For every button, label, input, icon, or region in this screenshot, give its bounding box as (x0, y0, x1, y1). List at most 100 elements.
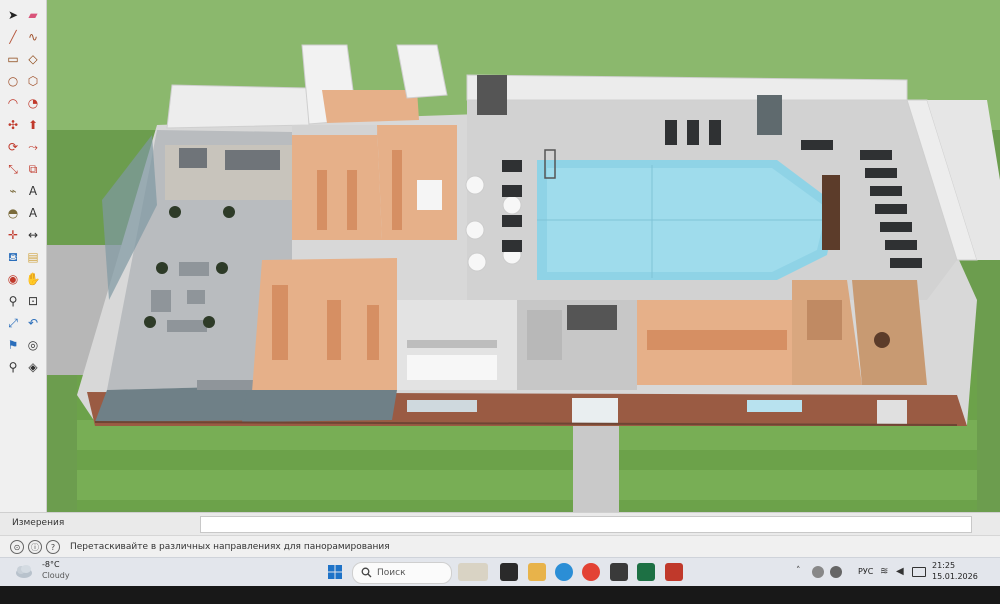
task-view-icon[interactable] (500, 563, 518, 581)
3d-text-tool[interactable]: A (24, 204, 42, 222)
eraser-tool[interactable]: ▰ (24, 6, 42, 24)
pan-icon: ✋ (25, 272, 41, 286)
section-fill-tool[interactable]: ◈ (24, 358, 42, 376)
polygon-tool[interactable]: ⬡ (24, 72, 42, 90)
select-tool[interactable]: ➤ (4, 6, 22, 24)
volume-icon[interactable]: ◀ (896, 566, 908, 578)
weather-desc: Cloudy (42, 571, 70, 580)
store-icon[interactable] (610, 563, 628, 581)
edge-icon[interactable] (555, 563, 573, 581)
clock-time[interactable]: 21:25 (932, 561, 992, 570)
zoom-window-icon: ⊡ (27, 294, 39, 308)
file-explorer-icon[interactable] (528, 563, 546, 581)
sauna-2 (852, 280, 927, 385)
tape-measure-tool[interactable]: ⌁ (4, 182, 22, 200)
orbit-icon: ◉ (7, 272, 19, 286)
rotate-icon: ⟳ (7, 140, 19, 154)
geo-location-icon[interactable]: ⊙ (10, 540, 24, 554)
wifi-icon[interactable]: ≋ (880, 566, 892, 578)
rotate-tool[interactable]: ⟳ (4, 138, 22, 156)
chrome-icon[interactable] (582, 563, 600, 581)
rectangle-tool[interactable]: ▭ (4, 50, 22, 68)
3d-text-icon: A (28, 206, 38, 220)
tools-toolbar: ➤ ▰ ╱ ∿ ▭ ◇ ○ ⬡ ◠ ◔ ✣ ⬆ ⟳ ⤳ ⤡ ⧉ ⌁ A ◓ A ✛ ↔ ⛾ ▤ ◉ ✋ ⚲ ⊡ ⤢ ↶ ⚑ ◎ ⚲ ◈ (0, 0, 47, 512)
section-fill-icon: ◈ (28, 360, 38, 374)
previous-view-icon: ↶ (27, 316, 39, 330)
zoom-window-tool[interactable]: ⊡ (24, 292, 42, 310)
text-icon: A (28, 184, 38, 198)
orbit-tool[interactable]: ◉ (4, 270, 22, 288)
credits-icon[interactable]: ⓘ (28, 540, 42, 554)
tray-chevron-icon[interactable]: ˄ (796, 566, 806, 576)
circle-icon: ○ (7, 74, 19, 88)
pie-tool[interactable]: ◔ (24, 94, 42, 112)
language-indicator[interactable]: РУС (858, 567, 873, 576)
measurements-input[interactable] (200, 516, 972, 533)
model-viewport[interactable] (47, 0, 1000, 512)
clock-date[interactable]: 15.01.2026 (932, 572, 978, 581)
paint-bucket-icon: ⛾ (8, 250, 18, 264)
pie-icon: ◔ (27, 96, 39, 110)
section-plane-tool[interactable]: ▤ (24, 248, 42, 266)
axes-icon: ✛ (7, 228, 19, 242)
paint-bucket-tool[interactable]: ⛾ (4, 248, 22, 266)
freehand-icon: ∿ (27, 30, 39, 44)
freehand-tool[interactable]: ∿ (24, 28, 42, 46)
offset-tool[interactable]: ⧉ (24, 160, 42, 178)
dimension-icon: ↔ (27, 228, 39, 242)
changing-room-1 (292, 125, 382, 240)
cloud-icon[interactable] (14, 563, 34, 579)
start-icon[interactable] (326, 563, 344, 581)
text-tool[interactable]: A (24, 182, 42, 200)
building-model (47, 0, 1000, 512)
taskbar: -8°C Cloudy Поиск ˄ РУС ≋ ◀ 21:25 15.01.… (0, 557, 1000, 587)
protractor-icon: ◓ (7, 206, 19, 220)
circle-tool[interactable]: ○ (4, 72, 22, 90)
help-icon[interactable]: ? (46, 540, 60, 554)
measurements-bar: Измерения (0, 512, 1000, 535)
tray-app-2-icon[interactable] (830, 566, 842, 578)
eraser-icon: ▰ (28, 8, 38, 22)
tray-app-icon[interactable] (812, 566, 824, 578)
scale-tool[interactable]: ⤡ (4, 160, 22, 178)
rotated-rectangle-tool[interactable]: ◇ (24, 50, 42, 68)
rectangle-icon: ▭ (7, 52, 19, 66)
search-placeholder: Поиск (377, 568, 406, 578)
offset-icon: ⧉ (28, 162, 38, 176)
previous-view-tool[interactable]: ↶ (24, 314, 42, 332)
position-camera-icon: ⚑ (7, 338, 19, 352)
follow-me-icon: ⤳ (28, 140, 38, 154)
monitor-bezel (0, 586, 1000, 604)
look-around-tool[interactable]: ◎ (24, 336, 42, 354)
status-bar: ⊙ ⓘ ? Перетаскивайте в различных направл… (0, 535, 1000, 558)
follow-me-tool[interactable]: ⤳ (24, 138, 42, 156)
taskbar-search-input[interactable]: Поиск (352, 562, 452, 584)
move-tool[interactable]: ✣ (4, 116, 22, 134)
pencil-icon: ╱ (9, 30, 17, 44)
line-tool[interactable]: ╱ (4, 28, 22, 46)
zoom-extents-tool[interactable]: ⤢ (4, 314, 22, 332)
battery-icon[interactable] (912, 567, 926, 577)
search-icon (361, 567, 372, 578)
push-pull-icon: ⬆ (27, 118, 39, 132)
push-pull-tool[interactable]: ⬆ (24, 116, 42, 134)
measurements-label: Измерения (12, 518, 65, 528)
status-hint: Перетаскивайте в различных направлениях … (70, 542, 390, 552)
tape-measure-icon: ⌁ (9, 184, 17, 198)
pan-tool[interactable]: ✋ (24, 270, 42, 288)
eye-icon: ◎ (27, 338, 39, 352)
widget-tile-icon[interactable] (458, 563, 488, 581)
dimension-tool[interactable]: ↔ (24, 226, 42, 244)
screen: ➤ ▰ ╱ ∿ ▭ ◇ ○ ⬡ ◠ ◔ ✣ ⬆ ⟳ ⤳ ⤡ ⧉ ⌁ A ◓ A ✛ ↔ ⛾ ▤ ◉ ✋ ⚲ ⊡ ⤢ ↶ ⚑ ◎ ⚲ ◈ (0, 0, 1000, 604)
sketchup-icon[interactable] (665, 563, 683, 581)
zoom-tool[interactable]: ⚲ (4, 292, 22, 310)
walk-tool[interactable]: ⚲ (4, 358, 22, 376)
position-camera-tool[interactable]: ⚑ (4, 336, 22, 354)
entrance-path (573, 420, 619, 512)
arc-tool[interactable]: ◠ (4, 94, 22, 112)
arrow-icon: ➤ (7, 8, 19, 22)
weather-temp: -8°C (42, 560, 60, 569)
excel-icon[interactable] (637, 563, 655, 581)
protractor-tool[interactable]: ◓ (4, 204, 22, 222)
axes-tool[interactable]: ✛ (4, 226, 22, 244)
